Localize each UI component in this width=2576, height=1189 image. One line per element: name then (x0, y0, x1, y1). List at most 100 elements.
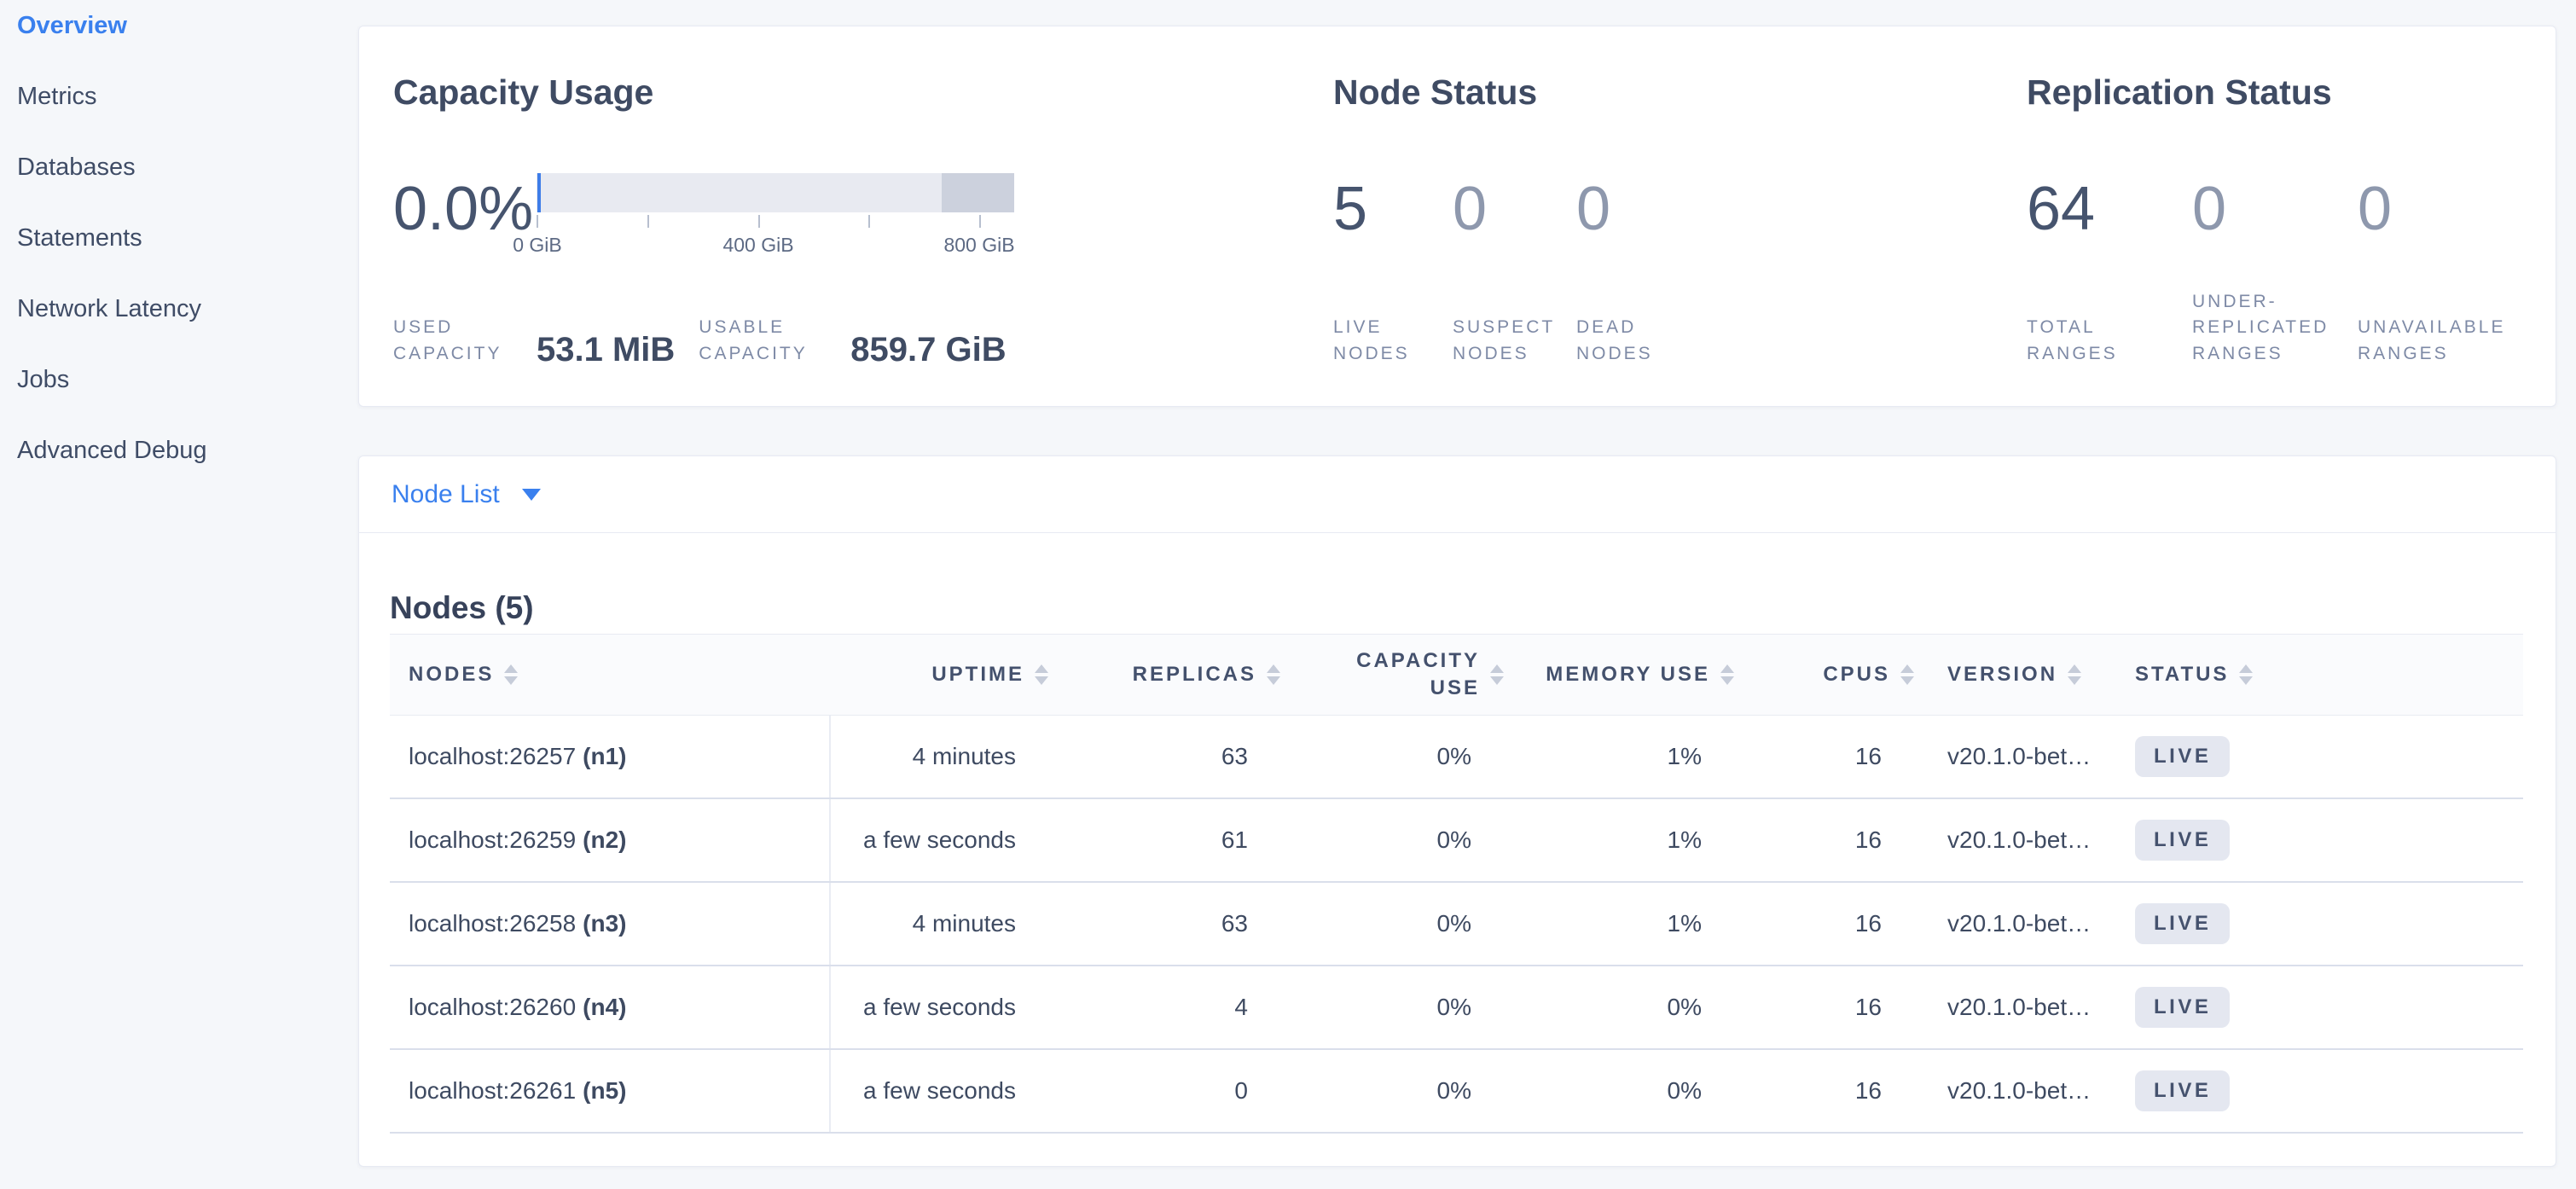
capacity-use-cell: 0% (1265, 799, 1488, 881)
capacity-bar-reserved-segment (942, 173, 1014, 212)
capacity-axis-ticks (537, 215, 1014, 230)
axis-label-400gib: 400 GiB (722, 234, 793, 257)
sort-icon (504, 664, 518, 685)
capacity-use-cell: 0% (1265, 716, 1488, 798)
status-cell: LIVE (2118, 716, 2523, 798)
dead-nodes-value: 0 (1576, 178, 1610, 240)
live-nodes-label: LIVE NODES (1333, 315, 1427, 367)
node-list-dropdown[interactable]: Node List (392, 480, 541, 509)
column-header-version[interactable]: VERSION (1899, 663, 2118, 687)
nodes-count-heading: Nodes (5) (390, 589, 2525, 627)
under-replicated-ranges-label: UNDER-REPLICATED RANGES (2192, 289, 2346, 367)
axis-tick (868, 215, 870, 228)
node-id: (n4) (583, 994, 626, 1021)
node-address-cell: localhost:26257 (n1) (390, 716, 831, 798)
suspect-nodes-value: 0 (1453, 178, 1576, 240)
capacity-use-cell: 0% (1265, 966, 1488, 1048)
memory-use-cell: 1% (1488, 799, 1719, 881)
column-label: UPTIME (931, 663, 1024, 687)
column-header-nodes[interactable]: NODES (390, 663, 831, 687)
cpus-cell: 16 (1719, 799, 1899, 881)
table-row-node-2: localhost:26259 (n2) a few seconds 61 0%… (390, 799, 2523, 883)
status-cell: LIVE (2118, 883, 2523, 965)
node-id: (n1) (583, 743, 626, 770)
node-address-cell: localhost:26261 (n5) (390, 1050, 831, 1132)
node-address-cell: localhost:26260 (n4) (390, 966, 831, 1048)
cpus-cell: 16 (1719, 966, 1899, 1048)
status-badge: LIVE (2135, 903, 2230, 944)
replicas-cell: 63 (1033, 883, 1265, 965)
node-address: localhost:26258 (409, 910, 576, 937)
node-list-body: Nodes (5) NODES UPTIME REPLICAS CAPACITY… (359, 589, 2556, 1134)
version-cell: v20.1.0-bet… (1899, 1050, 2118, 1132)
node-address: localhost:26261 (409, 1077, 576, 1105)
sidebar-item-advanced-debug[interactable]: Advanced Debug (17, 437, 358, 508)
capacity-axis-labels: 0 GiB 400 GiB 800 GiB (537, 234, 1014, 258)
status-badge: LIVE (2135, 1070, 2230, 1111)
column-header-cpus[interactable]: CPUS (1719, 663, 1899, 687)
table-row-node-3: localhost:26258 (n3) 4 minutes 63 0% 1% … (390, 883, 2523, 966)
sidebar-item-metrics[interactable]: Metrics (17, 83, 358, 154)
capacity-percent: 0.0% (393, 178, 537, 240)
column-label: REPLICAS (1133, 663, 1256, 687)
axis-label-0gib: 0 GiB (513, 234, 562, 257)
column-label: VERSION (1947, 663, 2057, 687)
node-status-title: Node Status (1333, 72, 1537, 113)
status-cell: LIVE (2118, 1050, 2523, 1132)
cpus-cell: 16 (1719, 716, 1899, 798)
live-nodes-value: 5 (1333, 178, 1453, 240)
version-cell: v20.1.0-bet… (1899, 966, 2118, 1048)
column-header-capacity-use[interactable]: CAPACITY USE (1265, 647, 1488, 703)
capacity-bar (537, 173, 1014, 212)
sidebar-item-statements[interactable]: Statements (17, 224, 358, 295)
column-header-replicas[interactable]: REPLICAS (1033, 663, 1265, 687)
replicas-cell: 4 (1033, 966, 1265, 1048)
axis-tick (979, 215, 981, 228)
sidebar-item-overview[interactable]: Overview (17, 12, 358, 83)
cpus-cell: 16 (1719, 1050, 1899, 1132)
sidebar-item-jobs[interactable]: Jobs (17, 366, 358, 437)
replication-status-section: Replication Status 64 0 0 TOTAL RANGES U… (2027, 26, 2538, 406)
node-id: (n2) (583, 826, 626, 854)
column-header-memory-use[interactable]: MEMORY USE (1488, 663, 1719, 687)
replication-values: 64 0 0 (2027, 178, 2392, 240)
chevron-down-icon (522, 489, 541, 501)
dead-nodes-label: DEAD NODES (1576, 315, 1679, 367)
node-address-cell: localhost:26258 (n3) (390, 883, 831, 965)
sidebar-menu: Overview Metrics Databases Statements Ne… (17, 12, 358, 508)
axis-label-800gib: 800 GiB (943, 234, 1014, 257)
under-replicated-ranges-value: 0 (2192, 178, 2358, 240)
node-address: localhost:26260 (409, 994, 576, 1021)
uptime-cell: 4 minutes (831, 716, 1033, 798)
node-status-section: Node Status 5 0 0 LIVE NODES SUSPECT NOD… (1333, 26, 1999, 406)
memory-use-cell: 0% (1488, 1050, 1719, 1132)
column-label: STATUS (2135, 663, 2229, 687)
cpus-cell: 16 (1719, 883, 1899, 965)
memory-use-cell: 1% (1488, 883, 1719, 965)
column-label: CPUS (1823, 663, 1890, 687)
sidebar: Overview Metrics Databases Statements Ne… (0, 0, 358, 1189)
unavailable-ranges-label: UNAVAILABLE RANGES (2358, 315, 2528, 367)
memory-use-cell: 1% (1488, 716, 1719, 798)
replicas-cell: 61 (1033, 799, 1265, 881)
memory-use-cell: 0% (1488, 966, 1719, 1048)
node-status-values: 5 0 0 (1333, 178, 1610, 240)
column-label: NODES (409, 663, 494, 687)
column-header-uptime[interactable]: UPTIME (831, 663, 1033, 687)
node-id: (n3) (583, 910, 626, 937)
nodes-table: NODES UPTIME REPLICAS CAPACITY USE MEMOR… (390, 634, 2523, 1134)
column-header-status[interactable]: STATUS (2118, 663, 2523, 687)
node-list-dropdown-label: Node List (392, 480, 500, 509)
uptime-cell: 4 minutes (831, 883, 1033, 965)
table-row-node-1: localhost:26257 (n1) 4 minutes 63 0% 1% … (390, 716, 2523, 799)
table-row-node-4: localhost:26260 (n4) a few seconds 4 0% … (390, 966, 2523, 1050)
status-badge: LIVE (2135, 736, 2230, 777)
usable-capacity-label: USABLE CAPACITY (699, 315, 842, 367)
capacity-stats: USED CAPACITY 53.1 MiB USABLE CAPACITY 8… (393, 315, 1007, 367)
sidebar-item-network-latency[interactable]: Network Latency (17, 295, 358, 366)
uptime-cell: a few seconds (831, 966, 1033, 1048)
used-capacity-label: USED CAPACITY (393, 315, 528, 367)
capacity-usage-section: Capacity Usage 0.0% 0 GiB 400 GiB (393, 26, 1383, 406)
version-cell: v20.1.0-bet… (1899, 799, 2118, 881)
sidebar-item-databases[interactable]: Databases (17, 154, 358, 224)
